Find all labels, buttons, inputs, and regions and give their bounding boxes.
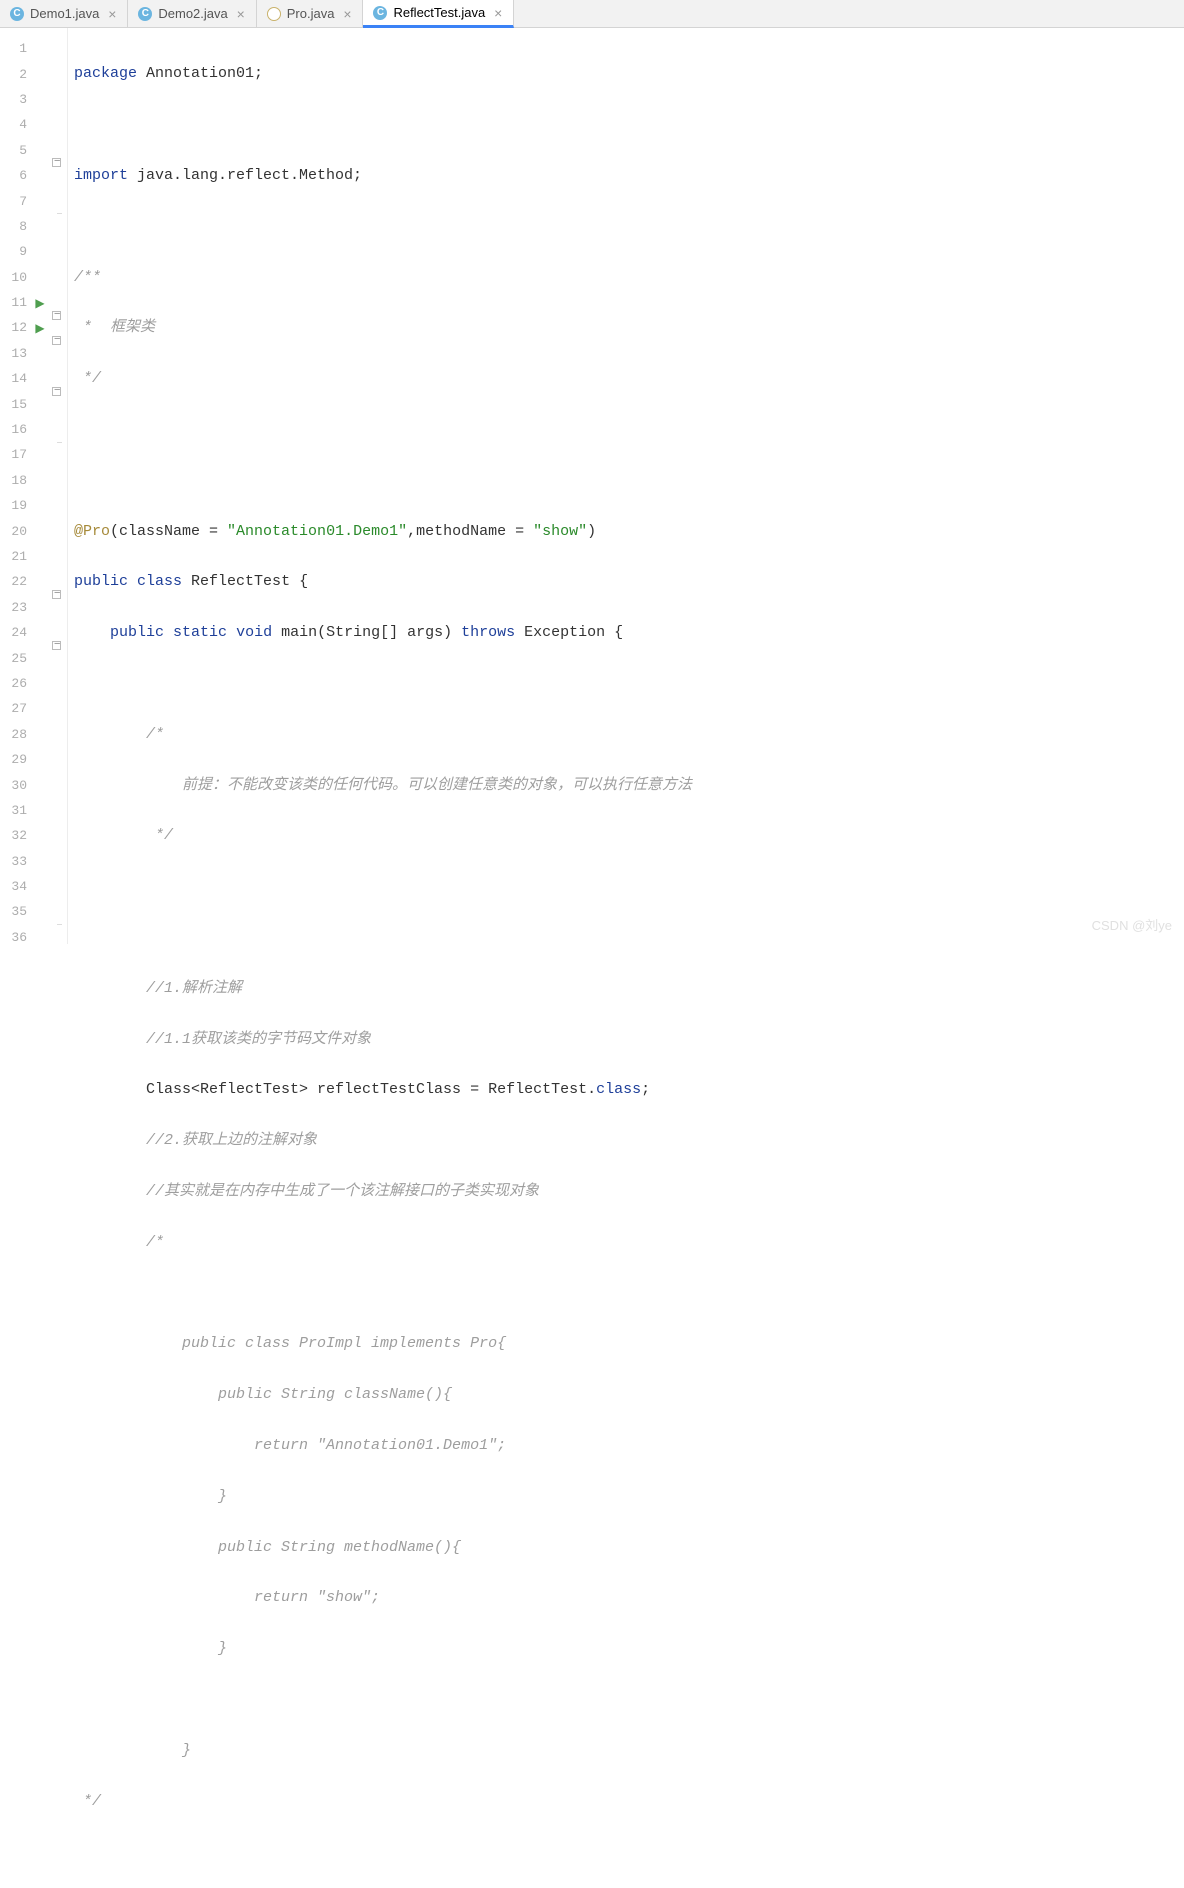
fold-toggle-icon[interactable]	[52, 590, 61, 599]
gutter-line[interactable]: 5	[0, 138, 67, 163]
line-number: 7	[1, 194, 31, 209]
fold-toggle-icon[interactable]	[52, 641, 61, 650]
gutter-line[interactable]: 26	[0, 671, 67, 696]
annotation-icon: @	[267, 7, 281, 21]
code-editor[interactable]: package Annotation01; import java.lang.r…	[68, 28, 1184, 944]
run-icon[interactable]: ▶	[35, 296, 44, 310]
gutter-line[interactable]: 1	[0, 36, 67, 61]
marker-area: ▶	[31, 295, 49, 310]
gutter-line[interactable]: 14	[0, 366, 67, 391]
close-icon[interactable]: ×	[105, 7, 119, 21]
gutter-line[interactable]: 16	[0, 417, 67, 442]
tab-reflecttest[interactable]: C ReflectTest.java ×	[363, 0, 514, 28]
class-icon: C	[373, 6, 387, 20]
gutter-line[interactable]: 36	[0, 925, 67, 950]
line-number: 36	[1, 930, 31, 945]
gutter-line[interactable]: 33	[0, 849, 67, 874]
fold-toggle-icon[interactable]	[52, 387, 61, 396]
class-icon: C	[10, 7, 24, 21]
editor-tabs: C Demo1.java × C Demo2.java × @ Pro.java…	[0, 0, 1184, 28]
line-number: 20	[1, 524, 31, 539]
gutter-line[interactable]: 19	[0, 493, 67, 518]
tab-pro[interactable]: @ Pro.java ×	[257, 0, 364, 27]
class-icon: C	[138, 7, 152, 21]
tab-label: ReflectTest.java	[393, 5, 485, 20]
editor-area: 1234567891011▶12▶13141516171819202122232…	[0, 28, 1184, 944]
gutter-line[interactable]: 27	[0, 696, 67, 721]
line-number: 34	[1, 879, 31, 894]
gutter-line[interactable]: 34	[0, 874, 67, 899]
line-number: 9	[1, 244, 31, 259]
line-number: 2	[1, 67, 31, 82]
gutter-line[interactable]: 30	[0, 772, 67, 797]
line-number: 17	[1, 447, 31, 462]
line-number: 10	[1, 270, 31, 285]
gutter: 1234567891011▶12▶13141516171819202122232…	[0, 28, 68, 944]
tab-demo1[interactable]: C Demo1.java ×	[0, 0, 128, 27]
line-number: 33	[1, 854, 31, 869]
gutter-line[interactable]: 3	[0, 87, 67, 112]
line-number: 5	[1, 143, 31, 158]
close-icon[interactable]: ×	[340, 7, 354, 21]
line-number: 4	[1, 117, 31, 132]
tab-label: Pro.java	[287, 6, 335, 21]
gutter-line[interactable]: 10	[0, 265, 67, 290]
gutter-line[interactable]: 29	[0, 747, 67, 772]
gutter-line[interactable]: 17	[0, 442, 67, 467]
gutter-line[interactable]: 35	[0, 899, 67, 924]
gutter-line[interactable]: 28	[0, 722, 67, 747]
line-number: 35	[1, 904, 31, 919]
line-number: 24	[1, 625, 31, 640]
line-number: 26	[1, 676, 31, 691]
gutter-line[interactable]: 9	[0, 239, 67, 264]
gutter-line[interactable]: 20	[0, 518, 67, 543]
line-number: 27	[1, 701, 31, 716]
gutter-line[interactable]: 4	[0, 112, 67, 137]
close-icon[interactable]: ×	[491, 6, 505, 20]
line-number: 22	[1, 574, 31, 589]
line-number: 1	[1, 41, 31, 56]
gutter-line[interactable]: 8	[0, 214, 67, 239]
marker-area: ▶	[31, 320, 49, 335]
line-number: 13	[1, 346, 31, 361]
tab-label: Demo1.java	[30, 6, 99, 21]
gutter-line[interactable]: 31	[0, 798, 67, 823]
line-number: 19	[1, 498, 31, 513]
line-number: 21	[1, 549, 31, 564]
watermark: CSDN @刘ye	[1092, 915, 1172, 934]
line-number: 32	[1, 828, 31, 843]
fold-toggle-icon[interactable]	[52, 158, 61, 167]
line-number: 28	[1, 727, 31, 742]
gutter-line[interactable]: 21	[0, 544, 67, 569]
gutter-line[interactable]: 7	[0, 188, 67, 213]
gutter-line[interactable]: 22	[0, 569, 67, 594]
gutter-line[interactable]: 32	[0, 823, 67, 848]
line-number: 3	[1, 92, 31, 107]
line-number: 30	[1, 778, 31, 793]
line-number: 31	[1, 803, 31, 818]
tab-label: Demo2.java	[158, 6, 227, 21]
line-number: 25	[1, 651, 31, 666]
close-icon[interactable]: ×	[234, 7, 248, 21]
line-number: 11	[1, 295, 31, 310]
line-number: 16	[1, 422, 31, 437]
run-icon[interactable]: ▶	[35, 321, 44, 335]
line-number: 15	[1, 397, 31, 412]
fold-toggle-icon[interactable]	[52, 311, 61, 320]
line-number: 8	[1, 219, 31, 234]
gutter-line[interactable]: 2	[0, 61, 67, 86]
line-number: 12	[1, 320, 31, 335]
gutter-line[interactable]: 18	[0, 468, 67, 493]
line-number: 23	[1, 600, 31, 615]
line-number: 29	[1, 752, 31, 767]
line-number: 18	[1, 473, 31, 488]
gutter-line[interactable]: 11 ▶	[0, 290, 67, 315]
line-number: 14	[1, 371, 31, 386]
gutter-line[interactable]: 24	[0, 620, 67, 645]
tab-demo2[interactable]: C Demo2.java ×	[128, 0, 256, 27]
line-number: 6	[1, 168, 31, 183]
fold-toggle-icon[interactable]	[52, 336, 61, 345]
